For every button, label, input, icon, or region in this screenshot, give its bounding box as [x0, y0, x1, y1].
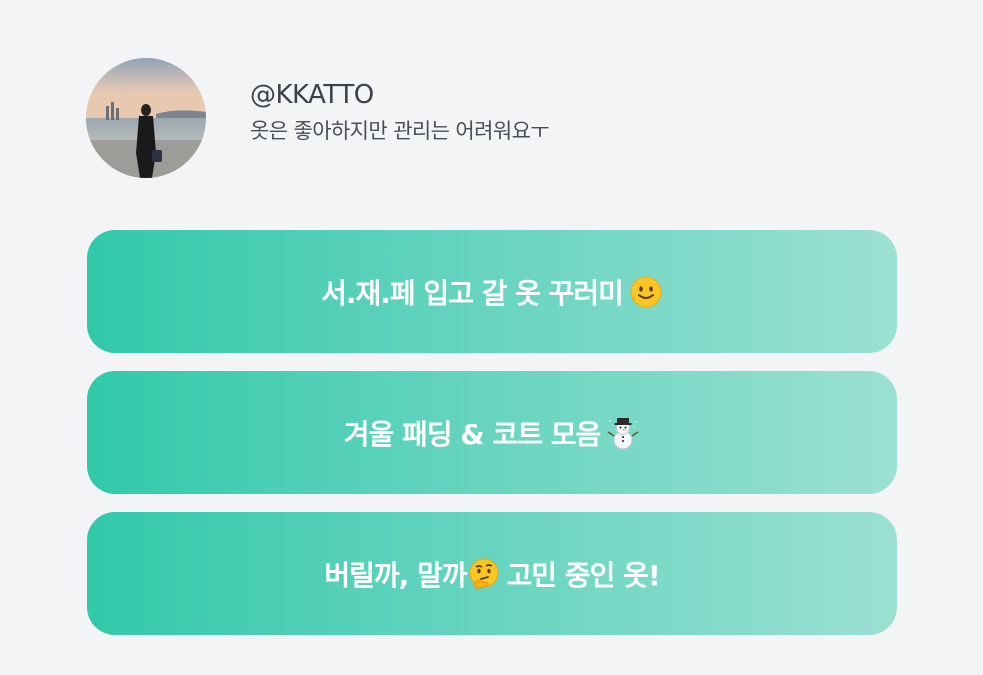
profile-header: @KKATTO 옷은 좋아하지만 관리는 어려워요ㅜ	[86, 58, 550, 178]
link-label: 서.재.페 입고 갈 옷 꾸러미	[321, 272, 663, 312]
thinking-face-icon	[467, 557, 501, 591]
link-button-keep-or-toss[interactable]: 버릴까, 말까 고민 중인 옷!	[87, 512, 897, 635]
link-text-before: 버릴까, 말까	[324, 558, 467, 592]
link-text: 서.재.페 입고 갈 옷 꾸러미	[321, 276, 624, 310]
link-label: 버릴까, 말까 고민 중인 옷!	[324, 554, 661, 594]
snowman-icon	[606, 416, 640, 450]
avatar[interactable]	[86, 58, 206, 178]
smiling-face-icon	[629, 275, 663, 309]
username: @KKATTO	[250, 80, 374, 110]
link-text-after: 고민 중인 옷!	[506, 558, 661, 592]
link-button-cafe-outfits[interactable]: 서.재.페 입고 갈 옷 꾸러미	[87, 230, 897, 353]
bio: 옷은 좋아하지만 관리는 어려워요ㅜ	[250, 119, 550, 143]
avatar-photo	[86, 58, 206, 178]
link-text: 겨울 패딩 & 코트 모음	[343, 417, 601, 451]
link-button-winter-coats[interactable]: 겨울 패딩 & 코트 모음	[87, 371, 897, 494]
link-label: 겨울 패딩 & 코트 모음	[344, 413, 641, 453]
link-list: 서.재.페 입고 갈 옷 꾸러미 겨울 패딩 & 코트 모음 버릴까, 말까 고…	[87, 230, 897, 653]
